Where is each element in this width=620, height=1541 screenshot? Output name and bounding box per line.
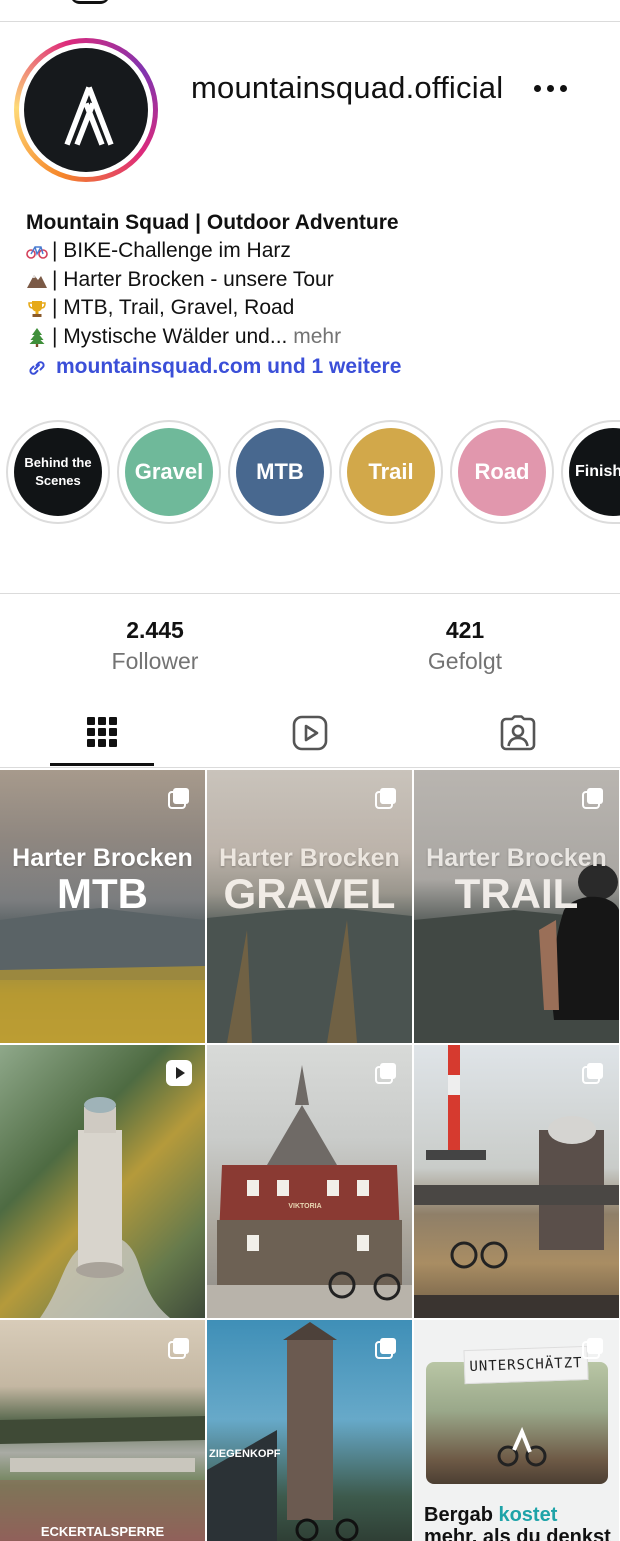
bio-website-link[interactable]: mountainsquad.com und 1 weitere — [26, 352, 606, 382]
mountain-logo-icon — [64, 86, 114, 146]
story-highlights: Behind the Scenes Gravel MTB Trail Road … — [0, 420, 620, 524]
carousel-icon — [582, 1338, 603, 1359]
followers-label: Follower — [111, 648, 199, 674]
avatar — [24, 48, 148, 172]
trophy-emoji-icon — [26, 299, 48, 319]
following-count: 421 — [445, 617, 485, 643]
profile-bio: Mountain Squad | Outdoor Adventure | BIK… — [26, 208, 606, 382]
bio-more-link[interactable]: mehr — [293, 323, 341, 352]
post-tile[interactable]: UNTERSCHÄTZT Bergab kostet mehr, als du … — [414, 1320, 619, 1541]
followers-stat[interactable]: 2.445 Follower — [55, 615, 255, 677]
reels-icon — [292, 715, 328, 751]
top-bar-glyph — [70, 0, 110, 4]
highlight-finisher[interactable]: Finisher — [561, 420, 620, 524]
post-image — [414, 1045, 619, 1318]
post-tile[interactable]: Harter Brocken MTB — [0, 770, 205, 1043]
post-tile[interactable]: ZIEGENKOPF — [207, 1320, 412, 1541]
tab-reels[interactable] — [258, 700, 362, 766]
divider — [0, 593, 620, 594]
carousel-icon — [168, 788, 189, 809]
post-tile[interactable]: VIKTORIA — [207, 1045, 412, 1318]
post-tile[interactable] — [414, 1045, 619, 1318]
profile-tabs — [0, 700, 620, 768]
post-sticker: UNTERSCHÄTZT — [463, 1345, 589, 1385]
following-stat[interactable]: 421 Gefolgt — [365, 615, 565, 677]
tree-emoji-icon — [26, 327, 48, 348]
followers-count: 2.445 — [126, 617, 184, 643]
grid-icon — [87, 716, 117, 747]
post-image — [207, 1065, 412, 1318]
reel-icon — [166, 1060, 192, 1086]
post-tile[interactable]: ECKERTALSPERRE — [0, 1320, 205, 1541]
more-options-icon[interactable] — [534, 80, 574, 96]
bike-emoji-icon — [26, 241, 48, 261]
post-tile[interactable]: Harter Brocken TRAIL — [414, 770, 619, 1043]
highlight-gravel[interactable]: Gravel — [117, 420, 221, 524]
tab-tagged[interactable] — [466, 700, 570, 766]
carousel-icon — [582, 788, 603, 809]
carousel-icon — [375, 788, 396, 809]
link-icon — [26, 357, 48, 377]
tagged-icon — [500, 715, 536, 751]
post-tile[interactable]: Harter Brocken GRAVEL — [207, 770, 412, 1043]
carousel-icon — [375, 1063, 396, 1084]
bio-line: | Harter Brocken - unsere Tour — [26, 266, 606, 295]
highlight-behind-the-scenes[interactable]: Behind the Scenes — [6, 420, 110, 524]
carousel-icon — [375, 1338, 396, 1359]
mountain-emoji-icon — [26, 270, 48, 290]
profile-username: mountainsquad.official — [191, 70, 504, 105]
following-label: Gefolgt — [427, 648, 503, 674]
bio-line: | BIKE-Challenge im Harz — [26, 237, 606, 266]
profile-avatar-story-ring[interactable] — [14, 38, 158, 182]
highlight-trail[interactable]: Trail — [339, 420, 443, 524]
bio-line: | Mystische Wälder und... mehr — [26, 323, 606, 352]
profile-display-name: Mountain Squad | Outdoor Adventure — [26, 211, 399, 234]
carousel-icon — [168, 1338, 189, 1359]
bio-line: | MTB, Trail, Gravel, Road — [26, 294, 606, 323]
top-bar — [0, 0, 620, 22]
tab-posts[interactable] — [50, 700, 154, 766]
carousel-icon — [582, 1063, 603, 1084]
post-caption-overlay: Bergab kostet mehr, als du denkst — [424, 1504, 611, 1541]
post-tile[interactable] — [0, 1045, 205, 1318]
highlight-mtb[interactable]: MTB — [228, 420, 332, 524]
highlight-cover: Behind the Scenes — [14, 428, 102, 516]
highlight-road[interactable]: Road — [450, 420, 554, 524]
